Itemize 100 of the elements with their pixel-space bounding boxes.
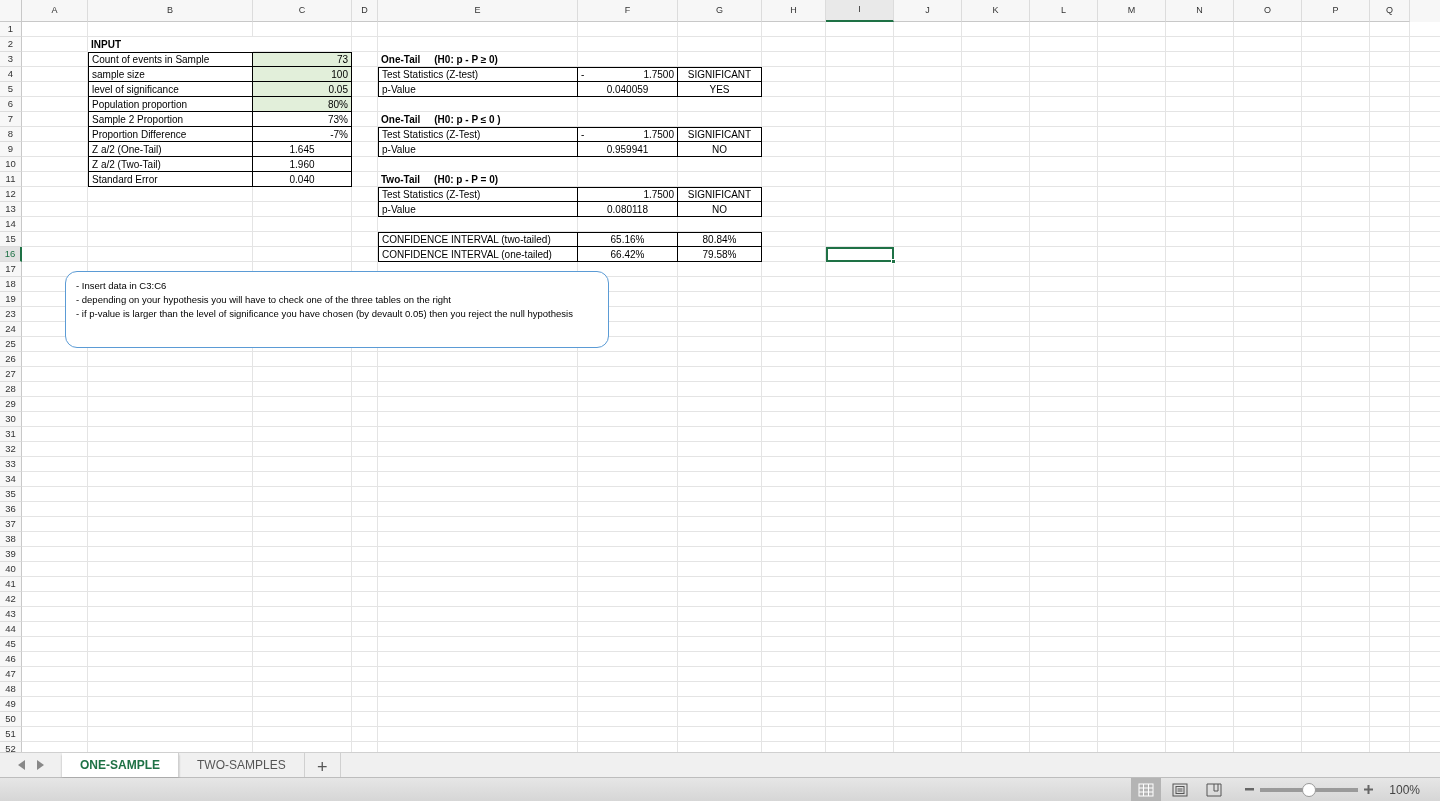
column-header[interactable]: A <box>22 0 88 22</box>
table-cell: SIGNIFICANT <box>678 67 762 82</box>
column-header[interactable]: J <box>894 0 962 22</box>
row-header[interactable]: 34 <box>0 472 22 487</box>
row-header[interactable]: 16 <box>0 247 22 262</box>
column-header[interactable]: I <box>826 0 894 22</box>
row-header[interactable]: 42 <box>0 592 22 607</box>
row-header[interactable]: 12 <box>0 187 22 202</box>
sheet-tab[interactable]: ONE-SAMPLE <box>62 753 179 777</box>
row-header[interactable]: 15 <box>0 232 22 247</box>
table-cell: 0.080118 <box>578 202 678 217</box>
row-header[interactable]: 51 <box>0 727 22 742</box>
row-header[interactable]: 43 <box>0 607 22 622</box>
row-header[interactable]: 35 <box>0 487 22 502</box>
row-header[interactable]: 48 <box>0 682 22 697</box>
row-header[interactable]: 37 <box>0 517 22 532</box>
row-header[interactable]: 49 <box>0 697 22 712</box>
table-cell: p-Value <box>378 202 578 217</box>
row-header[interactable]: 8 <box>0 127 22 142</box>
column-header[interactable]: G <box>678 0 762 22</box>
table-cell: SIGNIFICANT <box>678 187 762 202</box>
row-header[interactable]: 38 <box>0 532 22 547</box>
table-cell: SIGNIFICANT <box>678 127 762 142</box>
row-header[interactable]: 39 <box>0 547 22 562</box>
table-cell: Proportion Difference <box>88 127 253 142</box>
row-header[interactable]: 40 <box>0 562 22 577</box>
row-header[interactable]: 33 <box>0 457 22 472</box>
zoom-out-icon[interactable] <box>1245 788 1255 791</box>
row-header[interactable]: 27 <box>0 367 22 382</box>
row-header[interactable]: 10 <box>0 157 22 172</box>
row-header[interactable]: 41 <box>0 577 22 592</box>
row-header[interactable]: 32 <box>0 442 22 457</box>
column-header[interactable]: E <box>378 0 578 22</box>
sign-text: - <box>581 128 585 142</box>
row-header[interactable]: 9 <box>0 142 22 157</box>
table-cell: Test Statistics (Z-Test) <box>378 127 578 142</box>
row-header[interactable]: 47 <box>0 667 22 682</box>
column-header[interactable]: K <box>962 0 1030 22</box>
column-header[interactable]: D <box>352 0 378 22</box>
row-header[interactable]: 11 <box>0 172 22 187</box>
row-header[interactable]: 44 <box>0 622 22 637</box>
table-cell: Test Statistics (Z-Test) <box>378 187 578 202</box>
row-header[interactable]: 19 <box>0 292 22 307</box>
zoom-level: 100% <box>1389 781 1420 799</box>
row-header[interactable]: 24 <box>0 322 22 337</box>
row-header[interactable]: 2 <box>0 37 22 52</box>
sheet-tab[interactable]: TWO-SAMPLES <box>179 753 305 777</box>
column-header[interactable]: P <box>1302 0 1370 22</box>
column-header[interactable]: H <box>762 0 826 22</box>
scroll-right-icon[interactable] <box>37 760 44 770</box>
table-cell: Standard Error <box>88 172 253 187</box>
row-header[interactable]: 5 <box>0 82 22 97</box>
hypothesis-label: (H0: p - P ≥ 0) <box>434 53 498 67</box>
table-cell: 66.42% <box>578 247 678 262</box>
row-header[interactable]: 3 <box>0 52 22 67</box>
column-header[interactable]: C <box>253 0 352 22</box>
row-header[interactable]: 13 <box>0 202 22 217</box>
table-cell: 0.959941 <box>578 142 678 157</box>
column-header[interactable]: N <box>1166 0 1234 22</box>
column-header[interactable]: F <box>578 0 678 22</box>
column-header[interactable]: O <box>1234 0 1302 22</box>
row-header[interactable]: 25 <box>0 337 22 352</box>
normal-view-icon <box>1138 782 1155 797</box>
row-header[interactable]: 28 <box>0 382 22 397</box>
table-cell: 0.040 <box>253 172 352 187</box>
row-header[interactable]: 29 <box>0 397 22 412</box>
row-header[interactable]: 50 <box>0 712 22 727</box>
row-header[interactable]: 26 <box>0 352 22 367</box>
selected-cell[interactable] <box>826 247 894 262</box>
table-cell: CONFIDENCE INTERVAL (one-tailed) <box>378 247 578 262</box>
row-header[interactable]: 36 <box>0 502 22 517</box>
row-header[interactable]: 17 <box>0 262 22 277</box>
page-break-icon <box>1206 782 1223 797</box>
table-cell: CONFIDENCE INTERVAL (two-tailed) <box>378 232 578 247</box>
column-header[interactable]: L <box>1030 0 1098 22</box>
select-all-button[interactable] <box>0 0 22 22</box>
row-header[interactable]: 31 <box>0 427 22 442</box>
page-layout-icon <box>1172 782 1189 797</box>
scroll-left-icon[interactable] <box>18 760 25 770</box>
table-cell: 65.16% <box>578 232 678 247</box>
row-header[interactable]: 46 <box>0 652 22 667</box>
row-header[interactable]: 45 <box>0 637 22 652</box>
column-header[interactable]: M <box>1098 0 1166 22</box>
table-title: One-Tail <box>381 113 421 127</box>
row-header[interactable]: 4 <box>0 67 22 82</box>
row-header[interactable]: 1 <box>0 22 22 37</box>
row-header[interactable]: 14 <box>0 217 22 232</box>
column-header[interactable]: B <box>88 0 253 22</box>
zoom-in-icon[interactable] <box>1364 785 1374 794</box>
table-cell: 0.040059 <box>578 82 678 97</box>
row-header[interactable]: 7 <box>0 112 22 127</box>
row-header[interactable]: 18 <box>0 277 22 292</box>
table-cell: 80% <box>253 97 352 112</box>
add-sheet-button[interactable]: + <box>304 753 341 777</box>
row-header[interactable]: 6 <box>0 97 22 112</box>
table-title: Two-Tail <box>381 173 421 187</box>
row-header[interactable]: 23 <box>0 307 22 322</box>
column-header[interactable]: Q <box>1370 0 1410 22</box>
row-header[interactable]: 30 <box>0 412 22 427</box>
table-cell: -7% <box>253 127 352 142</box>
